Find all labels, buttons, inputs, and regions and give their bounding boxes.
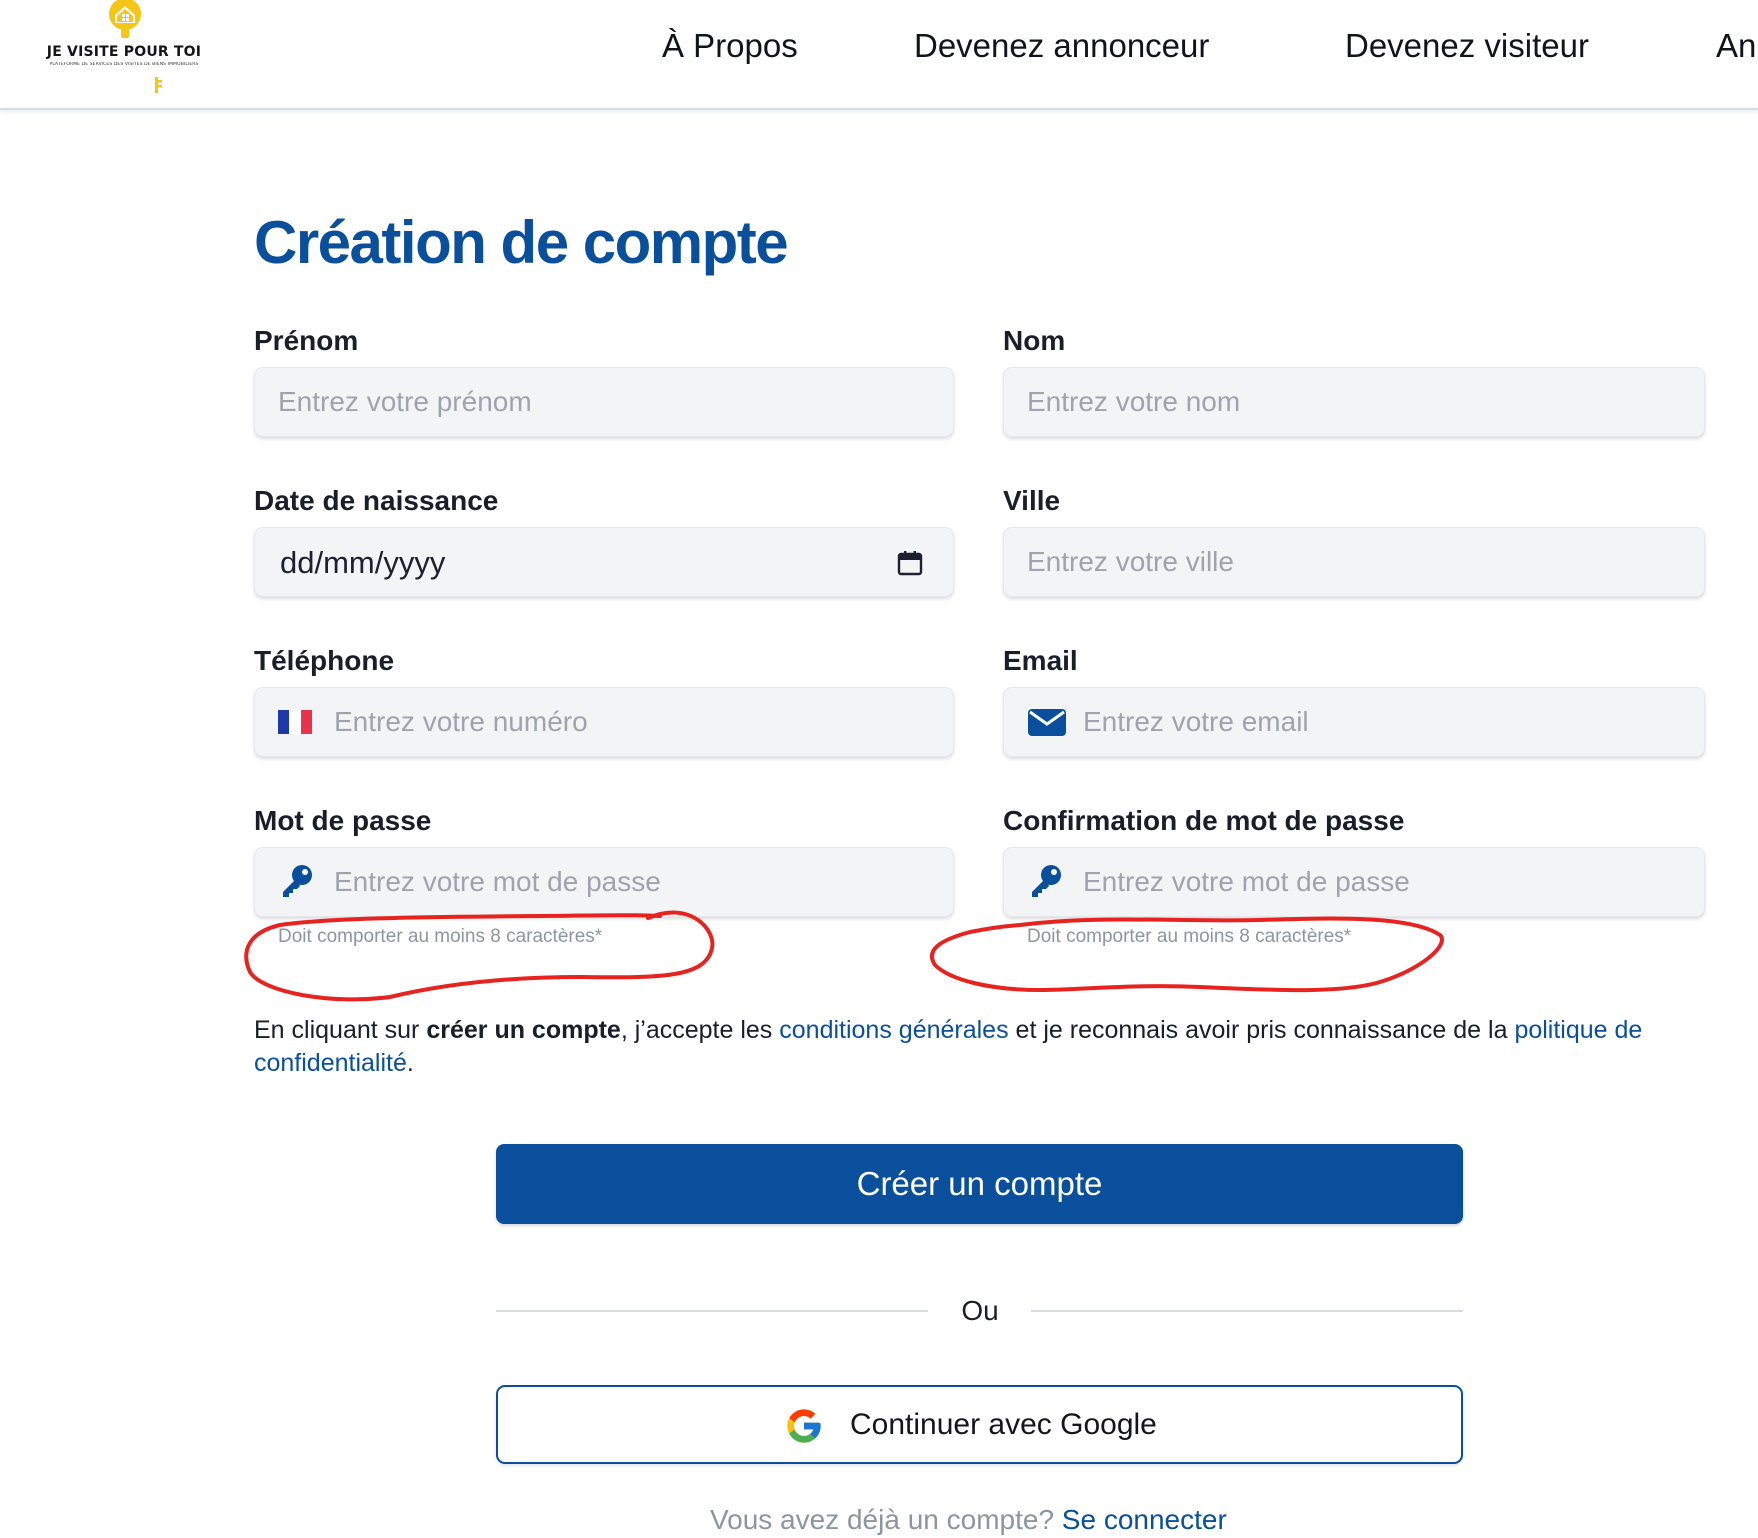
divider-left (496, 1310, 928, 1312)
consent-bold-action: créer un compte (426, 1016, 621, 1044)
calendar-icon[interactable] (897, 550, 923, 576)
key-teeth-icon (155, 77, 162, 93)
page-title: Création de compte (254, 209, 789, 276)
signin-link[interactable]: Se connecter (1062, 1504, 1227, 1535)
phone-input[interactable] (254, 687, 954, 757)
last-name-input[interactable] (1003, 367, 1705, 437)
email-input[interactable] (1003, 687, 1705, 757)
first-name-input[interactable] (254, 367, 954, 437)
password-confirm-hint: Doit comporter au moins 8 caractères* (1027, 926, 1352, 947)
birth-date-label: Date de naissance (254, 485, 499, 516)
birth-date-format: dd/mm/yyyy (280, 545, 446, 580)
city-label: Ville (1003, 485, 1061, 516)
nav-about[interactable]: À Propos (662, 22, 798, 70)
google-icon (787, 1409, 821, 1443)
nav-become-advertiser[interactable]: Devenez annonceur (914, 22, 1209, 70)
google-button-label: Continuer avec Google (850, 1408, 1157, 1441)
site-logo[interactable]: JE VISITE POUR TOI PLATEFORME DE SERVICE… (36, 0, 211, 100)
city-input[interactable] (1003, 527, 1705, 597)
consent-text: En cliquant sur créer un compte, j’accep… (254, 1016, 1643, 1077)
signin-prompt: Vous avez déjà un compte? Se connecter (710, 1504, 1227, 1535)
phone-label: Téléphone (254, 645, 395, 676)
password-confirm-label: Confirmation de mot de passe (1003, 805, 1405, 836)
terms-link[interactable]: conditions générales (779, 1016, 1008, 1044)
birth-date-input[interactable]: dd/mm/yyyy (254, 527, 954, 597)
password-input[interactable] (254, 847, 954, 917)
create-account-button[interactable]: Créer un compte (496, 1144, 1463, 1224)
nav-truncated-item[interactable]: An (1716, 22, 1756, 70)
logo-tagline: PLATEFORME DE SERVICES DES VISITES DE BI… (49, 62, 199, 67)
divider-right (1031, 1310, 1463, 1312)
last-name-label: Nom (1003, 325, 1066, 356)
top-navbar: JE VISITE POUR TOI PLATEFORME DE SERVICE… (0, 0, 1758, 110)
password-label: Mot de passe (254, 805, 432, 836)
password-confirm-input[interactable] (1003, 847, 1705, 917)
house-key-logo-icon (109, 0, 141, 38)
password-hint: Doit comporter au moins 8 caractères* (278, 926, 603, 947)
key-icon (1032, 865, 1061, 897)
logo-title: JE VISITE POUR TOI (46, 44, 202, 60)
key-icon (283, 865, 312, 897)
divider-or: Ou (961, 1295, 999, 1326)
france-flag-icon[interactable] (278, 710, 312, 734)
google-signup-button[interactable]: Continuer avec Google (496, 1385, 1463, 1464)
first-name-label: Prénom (254, 325, 359, 356)
envelope-icon (1028, 709, 1066, 736)
nav-become-visitor[interactable]: Devenez visiteur (1345, 22, 1589, 70)
email-label: Email (1003, 645, 1078, 676)
